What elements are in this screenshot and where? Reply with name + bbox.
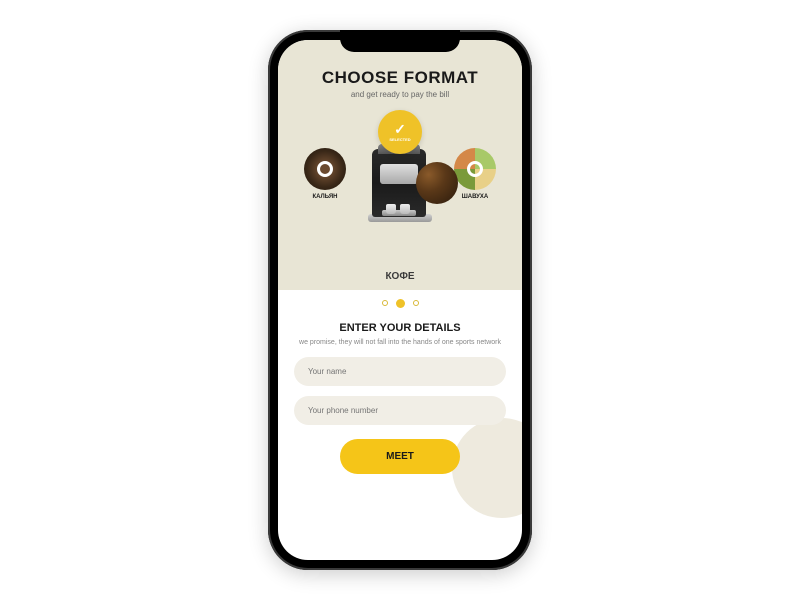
name-input[interactable] — [294, 357, 506, 386]
ring-icon — [317, 161, 333, 177]
format-label: ШАВУХА — [462, 194, 489, 200]
coffee-machine-icon — [360, 144, 440, 230]
meet-button[interactable]: MEET — [340, 439, 460, 474]
phone-notch — [340, 30, 460, 52]
carousel-dot[interactable] — [382, 300, 388, 306]
form-subtitle: we promise, they will not fall into the … — [294, 338, 506, 348]
shawarma-icon — [454, 148, 496, 190]
ring-icon — [467, 161, 483, 177]
check-icon: ✓ — [394, 122, 406, 136]
format-option-hookah[interactable]: КАЛЬЯН — [301, 148, 349, 200]
badge-text: SELECTED — [389, 137, 410, 142]
format-label: КАЛЬЯН — [312, 194, 337, 200]
carousel-dots — [278, 300, 522, 308]
format-carousel[interactable]: КАЛЬЯН ✓ SELECTED — [290, 109, 510, 239]
carousel-dot[interactable] — [413, 300, 419, 306]
phone-screen: CHOOSE FORMAT and get ready to pay the b… — [278, 40, 522, 560]
format-option-shawarma[interactable]: ШАВУХА — [451, 148, 499, 200]
format-section: CHOOSE FORMAT and get ready to pay the b… — [278, 40, 522, 290]
details-section: ENTER YOUR DETAILS we promise, they will… — [278, 308, 522, 489]
coffee-beans-icon — [416, 162, 458, 204]
form-title: ENTER YOUR DETAILS — [294, 322, 506, 334]
page-subtitle: and get ready to pay the bill — [290, 90, 510, 99]
phone-input[interactable] — [294, 396, 506, 425]
hookah-icon — [304, 148, 346, 190]
carousel-dot-active[interactable] — [396, 299, 405, 308]
selected-badge: ✓ SELECTED — [378, 110, 422, 154]
phone-frame: CHOOSE FORMAT and get ready to pay the b… — [268, 30, 532, 570]
format-option-coffee[interactable]: ✓ SELECTED — [345, 118, 455, 230]
page-title: CHOOSE FORMAT — [290, 68, 510, 88]
selected-format-label: КОФЕ — [385, 271, 414, 282]
